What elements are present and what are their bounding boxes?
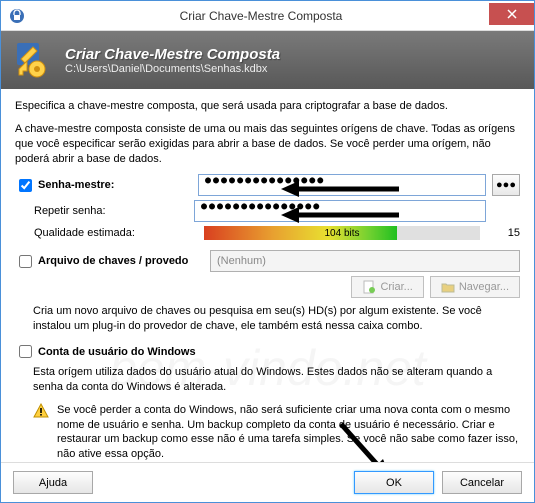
reveal-password-button[interactable]: ●●● (492, 174, 520, 196)
keyfile-combo[interactable]: (Nenhum) (210, 250, 520, 272)
ok-button[interactable]: OK (354, 471, 434, 494)
close-icon (507, 9, 517, 19)
keyfile-combo-value: (Nenhum) (217, 255, 266, 267)
quality-bits: 104 bits (324, 228, 359, 239)
repeat-password-row: Repetir senha: ●●●●●●●●●●●●●●● (15, 200, 520, 222)
folder-icon (441, 280, 455, 294)
intro-text-2: A chave-mestre composta consiste de uma … (15, 122, 520, 167)
intro-text-1: Especifica a chave-mestre composta, que … (15, 99, 520, 114)
master-password-input[interactable]: ●●●●●●●●●●●●●●● (198, 174, 486, 196)
repeat-password-label: Repetir senha: (34, 205, 194, 217)
winacct-label: Conta de usuário do Windows (38, 346, 196, 358)
repeat-password-input[interactable]: ●●●●●●●●●●●●●●● (194, 200, 486, 222)
banner-title: Criar Chave-Mestre Composta (65, 46, 280, 63)
winacct-warning: Se você perder a conta do Windows, não s… (33, 403, 520, 462)
winacct-row: Conta de usuário do Windows (15, 342, 520, 361)
content-area: bem-vindo.net Especifica a chave-mestre … (1, 89, 534, 462)
winacct-desc: Esta orígem utiliza dados do usuário atu… (33, 365, 520, 395)
keyfile-create-button[interactable]: Criar... (351, 276, 423, 298)
banner-path: C:\Users\Daniel\Documents\Senhas.kdbx (65, 63, 280, 75)
master-password-checkbox[interactable] (19, 179, 32, 192)
close-button[interactable] (489, 3, 534, 25)
winacct-warning-text: Se você perder a conta do Windows, não s… (57, 403, 520, 462)
quality-length: 15 (490, 227, 520, 239)
master-password-row: Senha-mestre: ●●●●●●●●●●●●●●● ●●● (15, 174, 520, 196)
quality-bar: 104 bits (204, 226, 480, 240)
master-password-label: Senha-mestre: (38, 179, 198, 191)
key-icon (13, 39, 55, 81)
quality-row: Qualidade estimada: 104 bits 15 (15, 226, 520, 240)
quality-label: Qualidade estimada: (34, 227, 194, 239)
dialog-window: Criar Chave-Mestre Composta Criar Chave-… (0, 0, 535, 503)
titlebar: Criar Chave-Mestre Composta (1, 1, 534, 31)
warning-icon (33, 403, 49, 419)
new-file-icon (362, 280, 376, 294)
keyfile-label: Arquivo de chaves / provedo (38, 255, 210, 267)
cancel-button[interactable]: Cancelar (442, 471, 522, 494)
footer: Ajuda OK Cancelar (1, 462, 534, 502)
keyfile-checkbox[interactable] (19, 255, 32, 268)
window-title: Criar Chave-Mestre Composta (33, 9, 489, 23)
banner: Criar Chave-Mestre Composta C:\Users\Dan… (1, 31, 534, 89)
help-button[interactable]: Ajuda (13, 471, 93, 494)
winacct-checkbox[interactable] (19, 345, 32, 358)
keyfile-desc: Cria um novo arquivo de chaves ou pesqui… (33, 304, 520, 334)
app-icon (9, 8, 25, 24)
keyfile-row: Arquivo de chaves / provedo (Nenhum) (15, 250, 520, 272)
keyfile-browse-button[interactable]: Navegar... (430, 276, 520, 298)
